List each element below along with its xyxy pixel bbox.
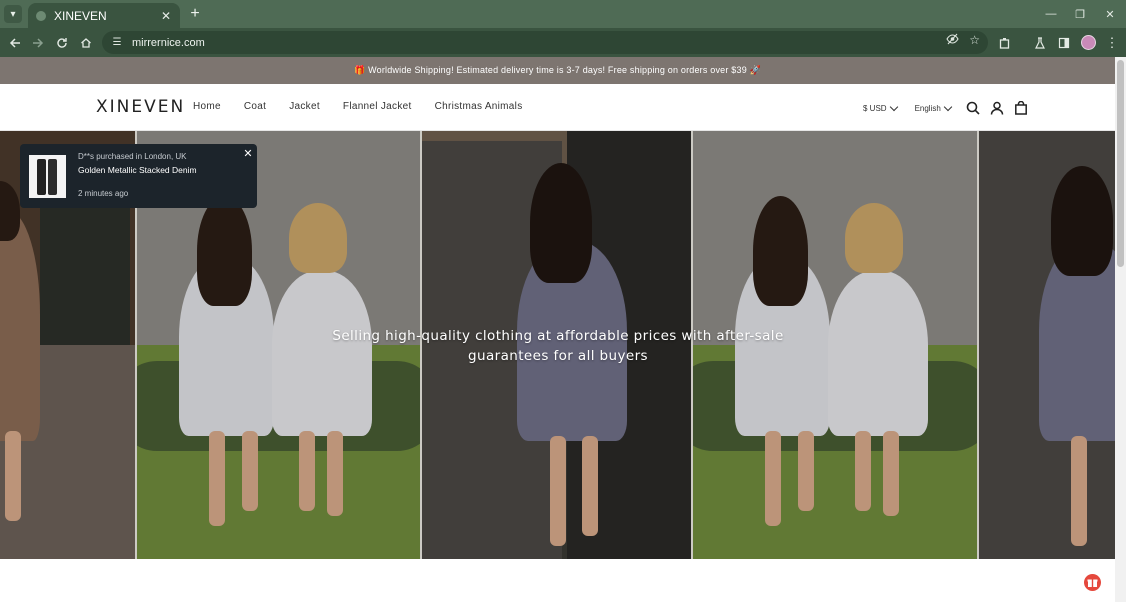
side-panel-icon[interactable] bbox=[1054, 33, 1074, 53]
store-logo[interactable]: XINEVEN bbox=[96, 97, 185, 117]
tab-title: XINEVEN bbox=[54, 8, 107, 23]
window-minimize-button[interactable]: — bbox=[1042, 5, 1060, 23]
browser-toolbar: ☰ mirrernice.com ☆ ⋮ bbox=[0, 28, 1126, 57]
language-label: English bbox=[914, 103, 941, 113]
new-tab-button[interactable]: + bbox=[186, 5, 204, 23]
nav-item-coat[interactable]: Coat bbox=[244, 101, 266, 112]
reload-icon[interactable] bbox=[52, 33, 72, 53]
hero-headline: Selling high-quality clothing at afforda… bbox=[332, 328, 784, 364]
eye-off-icon[interactable] bbox=[946, 33, 959, 48]
language-selector[interactable]: English bbox=[914, 102, 953, 113]
recent-purchase-popup[interactable]: D**s purchased in London, UK Golden Meta… bbox=[20, 144, 257, 208]
purchase-time-text: 2 minutes ago bbox=[78, 189, 129, 198]
bookmark-star-icon[interactable]: ☆ bbox=[969, 33, 980, 48]
announcement-bar: 🎁 Worldwide Shipping! Estimated delivery… bbox=[0, 57, 1115, 84]
nav-item-jacket[interactable]: Jacket bbox=[289, 101, 320, 112]
forward-icon[interactable] bbox=[28, 33, 48, 53]
back-icon[interactable] bbox=[5, 33, 25, 53]
window-close-button[interactable]: ✕ bbox=[1101, 5, 1119, 23]
url-text: mirrernice.com bbox=[132, 36, 205, 49]
store-header: XINEVEN Home Coat Jacket Flannel Jacket … bbox=[0, 84, 1115, 131]
search-icon[interactable] bbox=[965, 100, 981, 116]
tab-search-icon[interactable]: ▾ bbox=[4, 5, 22, 23]
chevron-down-icon bbox=[943, 102, 953, 111]
announcement-text: 🎁 Worldwide Shipping! Estimated delivery… bbox=[353, 65, 762, 75]
purchase-product-link[interactable]: Golden Metallic Stacked Denim bbox=[78, 165, 197, 175]
header-actions: $ USD English bbox=[863, 100, 1029, 116]
browser-menu-icon[interactable]: ⋮ bbox=[1102, 33, 1122, 53]
chevron-down-icon bbox=[889, 102, 898, 111]
floating-gift-icon[interactable] bbox=[1084, 574, 1101, 591]
browser-tab-bar: ▾ XINEVEN ✕ + — ❐ ✕ bbox=[0, 0, 1126, 28]
labs-flask-icon[interactable] bbox=[1030, 33, 1050, 53]
currency-label: $ USD bbox=[863, 103, 887, 113]
favicon-icon bbox=[36, 10, 46, 21]
nav-item-christmas-animals[interactable]: Christmas Animals bbox=[435, 101, 523, 112]
home-icon[interactable] bbox=[76, 33, 96, 53]
tab-close-icon[interactable]: ✕ bbox=[158, 9, 174, 23]
close-icon[interactable]: ✕ bbox=[242, 147, 254, 160]
page-scrollbar-thumb[interactable] bbox=[1117, 60, 1124, 267]
cart-bag-icon[interactable] bbox=[1013, 100, 1029, 116]
browser-tab[interactable]: XINEVEN ✕ bbox=[28, 3, 180, 28]
extensions-icon[interactable] bbox=[995, 33, 1015, 53]
account-icon[interactable] bbox=[989, 100, 1005, 116]
nav-item-flannel-jacket[interactable]: Flannel Jacket bbox=[343, 101, 412, 112]
main-nav: Home Coat Jacket Flannel Jacket Christma… bbox=[193, 101, 523, 112]
profile-avatar[interactable] bbox=[1081, 35, 1096, 50]
purchase-location-text: D**s purchased in London, UK bbox=[78, 152, 187, 161]
site-info-icon[interactable]: ☰ bbox=[110, 36, 124, 50]
nav-item-home[interactable]: Home bbox=[193, 101, 221, 112]
currency-selector[interactable]: $ USD bbox=[863, 102, 898, 113]
product-thumbnail[interactable] bbox=[29, 155, 66, 198]
address-bar[interactable]: ☰ mirrernice.com ☆ bbox=[102, 31, 988, 54]
window-restore-button[interactable]: ❐ bbox=[1071, 5, 1089, 23]
